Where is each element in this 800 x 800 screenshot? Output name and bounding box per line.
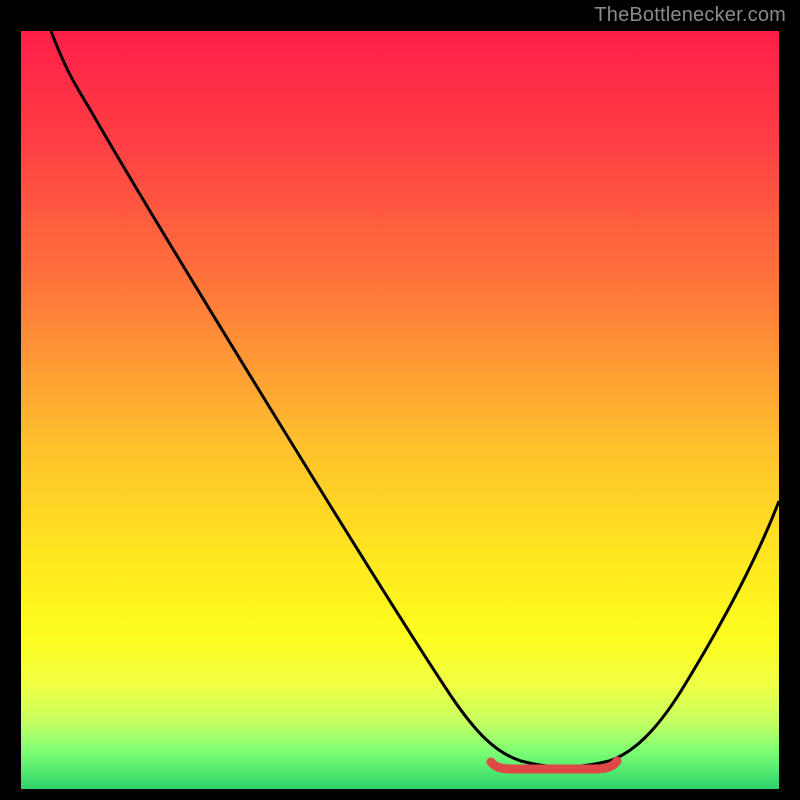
plot-border (18, 28, 782, 792)
chart-frame: TheBottlenecker.com (0, 0, 800, 800)
watermark-text: TheBottlenecker.com (594, 4, 786, 27)
